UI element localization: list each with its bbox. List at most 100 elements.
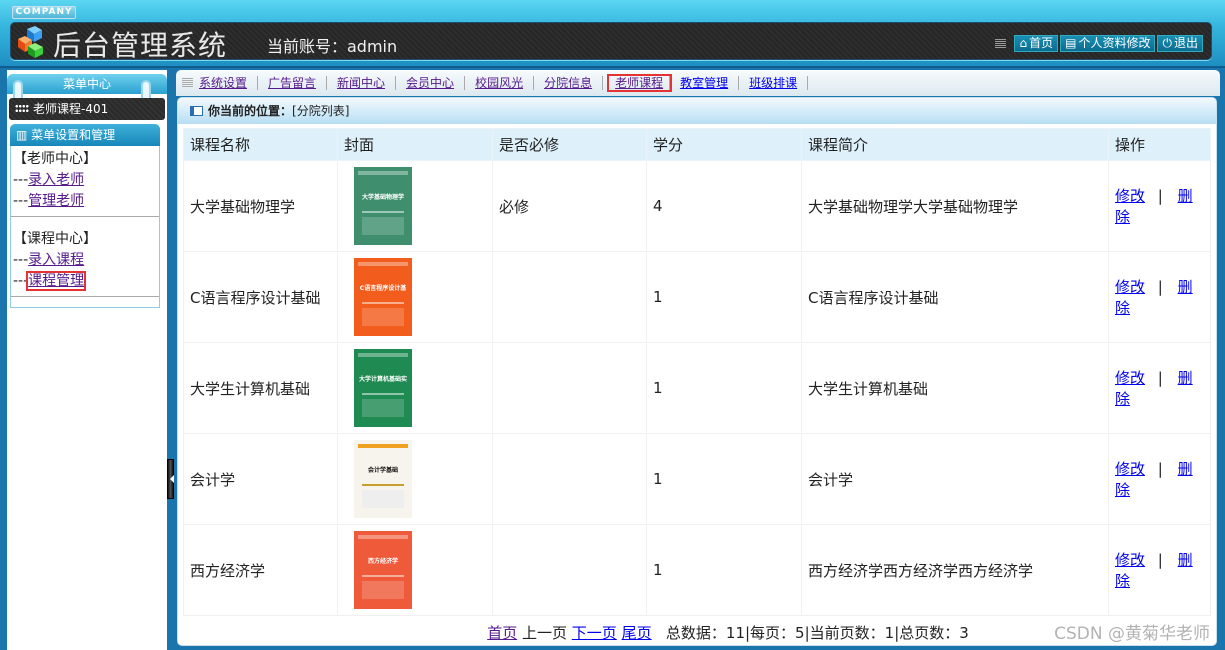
current-account: 当前账号：admin [267,37,398,56]
actions-cell: 修改 | 删除 [1108,251,1211,343]
table-row: 大学生计算机基础 大学计算机基础实 1 大学生计算机基础 修改 | 删除 [183,342,1211,434]
breadcrumb-value: [分院列表] [292,104,350,118]
watermark: CSDN @黄菊华老师 [1054,624,1210,644]
action-separator: | [1157,551,1163,569]
edit-link[interactable]: 修改 [1115,551,1145,569]
cover-cell: 会计学基础 [337,433,493,525]
main-panel: 你当前的位置：[分院列表] 课程名称 封面 是否必修 学分 课程简介 操作 大学… [177,97,1217,646]
first-page-link[interactable]: 首页 [487,624,517,642]
course-name: 大学生计算机基础 [183,342,338,434]
table-row: 会计学 会计学基础 1 会计学 修改 | 删除 [183,433,1211,525]
cover-title: 大学基础物理学 [362,193,404,201]
cover-title: 会计学基础 [368,466,398,474]
menu-group-teacher: 【老师中心】 ---录入老师 ---管理老师 [11,146,159,217]
actions-cell: 修改 | 删除 [1108,160,1211,252]
nav-campus-scenery[interactable]: 校园风光 [475,76,535,90]
logout-button[interactable]: ⏻ 退出 [1157,35,1203,52]
col-required: 是否必修 [492,128,647,161]
col-actions: 操作 [1108,128,1211,161]
course-intro: C语言程序设计基础 [801,251,1109,343]
title-bar: 后台管理系统 当前账号：admin ⌂ 首页 ▤ 个人资料修改 ⏻ 退出 [10,22,1212,62]
nav-member-center[interactable]: 会员中心 [406,76,466,90]
nav-classroom-management[interactable]: 教室管理 [680,76,740,90]
company-badge: COMPANY [12,6,76,19]
credit: 1 [646,433,802,525]
panel-icon: ▥ [16,128,32,142]
prefix: --- [13,193,29,209]
group-title: 【老师中心】 [13,151,97,167]
cover-image: 会计学基础 [354,440,412,518]
grid-icon [15,104,29,113]
pagination-summary: 总数据：11|每页：5|当前页数：1|总页数：3 [665,624,969,642]
cover-image: C语言程序设计基 [354,258,412,336]
cover-cell: 大学计算机基础实 [337,342,493,434]
profile-edit-button[interactable]: ▤ 个人资料修改 [1060,35,1156,52]
edit-link[interactable]: 修改 [1115,278,1145,296]
header-actions: ⌂ 首页 ▤ 个人资料修改 ⏻ 退出 [995,35,1203,52]
edit-link[interactable]: 修改 [1115,460,1145,478]
table-row: C语言程序设计基础 C语言程序设计基 1 C语言程序设计基础 修改 | 删除 [183,251,1211,343]
credit: 1 [646,524,802,616]
course-intro: 大学生计算机基础 [801,342,1109,434]
required-flag [492,251,647,343]
cover-image: 大学计算机基础实 [354,349,412,427]
manage-course-link[interactable]: 课程管理 [26,271,87,291]
prefix: --- [13,273,29,289]
group-title: 【课程中心】 [13,231,97,247]
manage-teacher-link[interactable]: 管理老师 [28,193,84,209]
course-intro: 大学基础物理学大学基础物理学 [801,160,1109,252]
prefix: --- [13,172,29,188]
actions-cell: 修改 | 删除 [1108,524,1211,616]
current-menu-item[interactable]: 老师课程-401 [9,98,165,120]
current-menu-label: 老师课程-401 [33,102,109,116]
cover-cell: 西方经济学 [337,524,493,616]
action-separator: | [1157,187,1163,205]
edit-link[interactable]: 修改 [1115,187,1145,205]
cover-title: 大学计算机基础实 [359,375,407,383]
col-cover: 封面 [337,128,493,161]
cover-title: C语言程序设计基 [360,284,407,292]
nav-system-settings[interactable]: 系统设置 [199,76,259,90]
col-credit: 学分 [646,128,802,161]
section-title: 菜单设置和管理 [31,128,116,142]
list-icon [995,38,1007,49]
cubes-logo-icon [18,26,43,58]
app-title: 后台管理系统 [53,29,228,62]
nav-teacher-courses[interactable]: 老师课程 [607,74,673,92]
add-teacher-link[interactable]: 录入老师 [28,172,84,188]
menu-section-header: ▥ 菜单设置和管理 [10,124,160,146]
required-flag: 必修 [492,160,647,252]
course-name: 会计学 [183,433,338,525]
nav-ad-messages[interactable]: 广告留言 [268,76,328,90]
required-flag [492,342,647,434]
course-name: 西方经济学 [183,524,338,616]
course-name: 大学基础物理学 [183,160,338,252]
nav-news-center[interactable]: 新闻中心 [337,76,397,90]
nav-branch-info[interactable]: 分院信息 [544,76,604,90]
edit-link[interactable]: 修改 [1115,369,1145,387]
menu-section-body: 【老师中心】 ---录入老师 ---管理老师 【课程中心】 ---录入课程 --… [10,146,160,308]
table-header-row: 课程名称 封面 是否必修 学分 课程简介 操作 [183,128,1211,161]
col-intro: 课程简介 [801,128,1109,161]
document-icon: ▤ [1065,36,1077,50]
credit: 1 [646,251,802,343]
action-separator: | [1157,369,1163,387]
home-icon: ⌂ [1019,36,1028,50]
next-page-link[interactable]: 下一页 [572,624,617,642]
sidebar-collapse-toggle[interactable] [167,459,174,499]
prefix: --- [13,252,29,268]
power-icon: ⏻ [1162,36,1172,50]
cover-image: 西方经济学 [354,531,412,609]
list-icon [182,78,193,88]
cover-cell: C语言程序设计基 [337,251,493,343]
home-button[interactable]: ⌂ 首页 [1014,35,1059,52]
add-course-link[interactable]: 录入课程 [28,252,84,268]
menu-group-course: 【课程中心】 ---录入课程 ---课程管理 [11,217,159,297]
breadcrumb: 你当前的位置：[分院列表] [178,98,1216,124]
nav-class-scheduling[interactable]: 班级排课 [749,76,809,90]
credit: 4 [646,160,802,252]
last-page-link[interactable]: 尾页 [622,624,652,642]
course-intro: 会计学 [801,433,1109,525]
action-separator: | [1157,278,1163,296]
